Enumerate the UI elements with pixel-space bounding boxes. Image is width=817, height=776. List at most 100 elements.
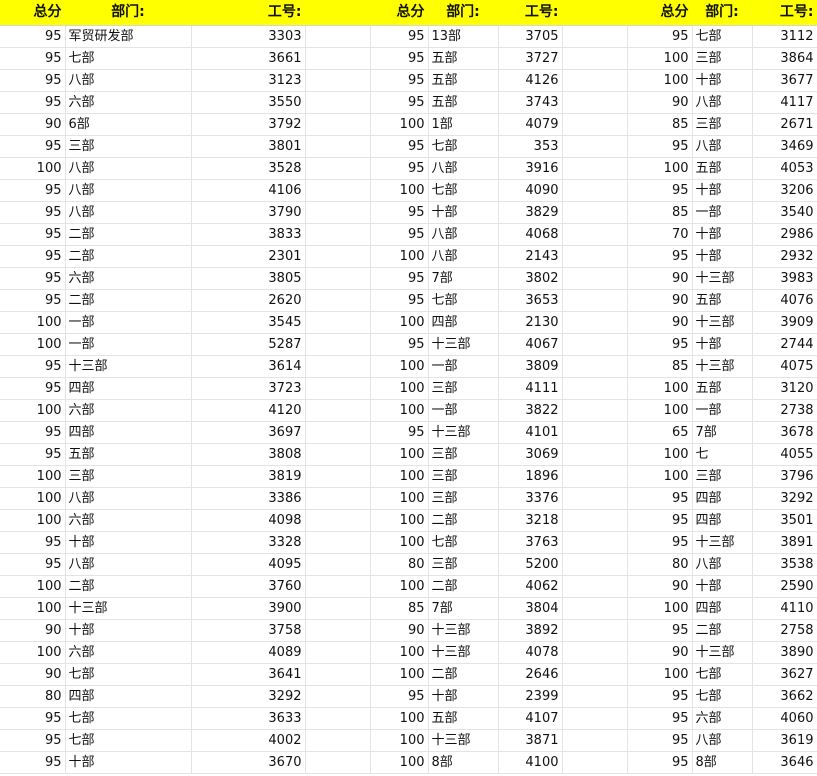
id-cell[interactable]: 3069 (498, 443, 563, 466)
id-cell[interactable]: 3758 (191, 619, 306, 642)
id-cell[interactable]: 3805 (191, 267, 306, 290)
header-dept-cell[interactable]: 部门: (692, 0, 753, 26)
dept-cell[interactable]: 十三部 (692, 531, 753, 554)
dept-cell[interactable]: 三部 (65, 465, 192, 488)
score-cell[interactable]: 95 (370, 135, 429, 158)
header-id-cell[interactable]: 工号: (191, 0, 306, 26)
spacer-cell[interactable] (562, 289, 628, 312)
id-cell[interactable]: 3501 (752, 509, 817, 532)
dept-cell[interactable]: 一部 (692, 399, 753, 422)
id-cell[interactable]: 3909 (752, 311, 817, 334)
id-cell[interactable]: 3646 (752, 751, 817, 774)
header-dept-cell[interactable]: 部门: (65, 0, 192, 26)
dept-cell[interactable]: 七部 (65, 663, 192, 686)
dept-cell[interactable]: 十三部 (65, 355, 192, 378)
score-cell[interactable]: 100 (627, 443, 693, 466)
score-cell[interactable]: 95 (370, 157, 429, 180)
dept-cell[interactable]: 六部 (65, 267, 192, 290)
score-cell[interactable]: 100 (370, 751, 429, 774)
id-cell[interactable]: 3550 (191, 91, 306, 114)
dept-cell[interactable]: 五部 (692, 289, 753, 312)
id-cell[interactable]: 3292 (191, 685, 306, 708)
id-cell[interactable]: 3916 (498, 157, 563, 180)
score-cell[interactable]: 100 (0, 311, 66, 334)
spacer-cell[interactable] (562, 135, 628, 158)
score-cell[interactable]: 100 (0, 399, 66, 422)
dept-cell[interactable]: 十部 (692, 223, 753, 246)
spacer-cell[interactable] (305, 25, 371, 48)
spacer-cell[interactable] (305, 179, 371, 202)
id-cell[interactable]: 2301 (191, 245, 306, 268)
id-cell[interactable]: 3891 (752, 531, 817, 554)
score-cell[interactable]: 90 (627, 311, 693, 334)
score-cell[interactable]: 95 (0, 69, 66, 92)
id-cell[interactable]: 4002 (191, 729, 306, 752)
spacer-cell[interactable] (305, 47, 371, 70)
score-cell[interactable]: 95 (0, 25, 66, 48)
id-cell[interactable]: 3819 (191, 465, 306, 488)
dept-cell[interactable]: 八部 (65, 157, 192, 180)
spacer-cell[interactable] (562, 377, 628, 400)
spacer-cell[interactable] (305, 509, 371, 532)
id-cell[interactable]: 4111 (498, 377, 563, 400)
dept-cell[interactable]: 十部 (692, 179, 753, 202)
id-cell[interactable]: 3743 (498, 91, 563, 114)
score-cell[interactable]: 100 (370, 355, 429, 378)
score-cell[interactable]: 95 (370, 289, 429, 312)
dept-cell[interactable]: 六部 (65, 399, 192, 422)
id-cell[interactable]: 4053 (752, 157, 817, 180)
dept-cell[interactable]: 八部 (65, 179, 192, 202)
dept-cell[interactable]: 7部 (692, 421, 753, 444)
dept-cell[interactable]: 五部 (428, 69, 499, 92)
score-cell[interactable]: 100 (370, 399, 429, 422)
dept-cell[interactable]: 七部 (428, 531, 499, 554)
spacer-cell[interactable] (305, 443, 371, 466)
score-cell[interactable]: 95 (627, 245, 693, 268)
id-cell[interactable]: 3627 (752, 663, 817, 686)
dept-cell[interactable]: 八部 (65, 487, 192, 510)
id-cell[interactable]: 3619 (752, 729, 817, 752)
id-cell[interactable]: 4067 (498, 333, 563, 356)
score-cell[interactable]: 95 (0, 201, 66, 224)
id-cell[interactable]: 4120 (191, 399, 306, 422)
score-cell[interactable]: 95 (370, 25, 429, 48)
score-cell[interactable]: 95 (370, 421, 429, 444)
dept-cell[interactable]: 8部 (428, 751, 499, 774)
id-cell[interactable]: 3641 (191, 663, 306, 686)
score-cell[interactable]: 100 (627, 69, 693, 92)
id-cell[interactable]: 3677 (752, 69, 817, 92)
dept-cell[interactable]: 八部 (692, 553, 753, 576)
id-cell[interactable]: 3653 (498, 289, 563, 312)
id-cell[interactable]: 4106 (191, 179, 306, 202)
score-cell[interactable]: 95 (0, 223, 66, 246)
score-cell[interactable]: 95 (0, 729, 66, 752)
score-cell[interactable]: 80 (370, 553, 429, 576)
spacer-cell[interactable] (562, 597, 628, 620)
id-cell[interactable]: 3386 (191, 487, 306, 510)
id-cell[interactable]: 3670 (191, 751, 306, 774)
dept-cell[interactable]: 十三部 (65, 597, 192, 620)
id-cell[interactable]: 3796 (752, 465, 817, 488)
id-cell[interactable]: 4079 (498, 113, 563, 136)
score-cell[interactable]: 95 (627, 619, 693, 642)
dept-cell[interactable]: 三部 (428, 553, 499, 576)
id-cell[interactable]: 3804 (498, 597, 563, 620)
dept-cell[interactable]: 十三部 (428, 333, 499, 356)
id-cell[interactable]: 3328 (191, 531, 306, 554)
id-cell[interactable]: 3662 (752, 685, 817, 708)
dept-cell[interactable]: 一部 (428, 399, 499, 422)
score-cell[interactable]: 90 (370, 619, 429, 642)
dept-cell[interactable]: 四部 (65, 685, 192, 708)
id-cell[interactable]: 3801 (191, 135, 306, 158)
dept-cell[interactable]: 二部 (428, 509, 499, 532)
dept-cell[interactable]: 一部 (65, 333, 192, 356)
spacer-cell[interactable] (305, 91, 371, 114)
score-cell[interactable]: 85 (627, 201, 693, 224)
id-cell[interactable]: 4126 (498, 69, 563, 92)
score-cell[interactable]: 80 (0, 685, 66, 708)
id-cell[interactable]: 3633 (191, 707, 306, 730)
dept-cell[interactable]: 二部 (692, 619, 753, 642)
id-cell[interactable]: 3727 (498, 47, 563, 70)
header-spacer-cell[interactable] (562, 0, 628, 26)
dept-cell[interactable]: 一部 (65, 311, 192, 334)
